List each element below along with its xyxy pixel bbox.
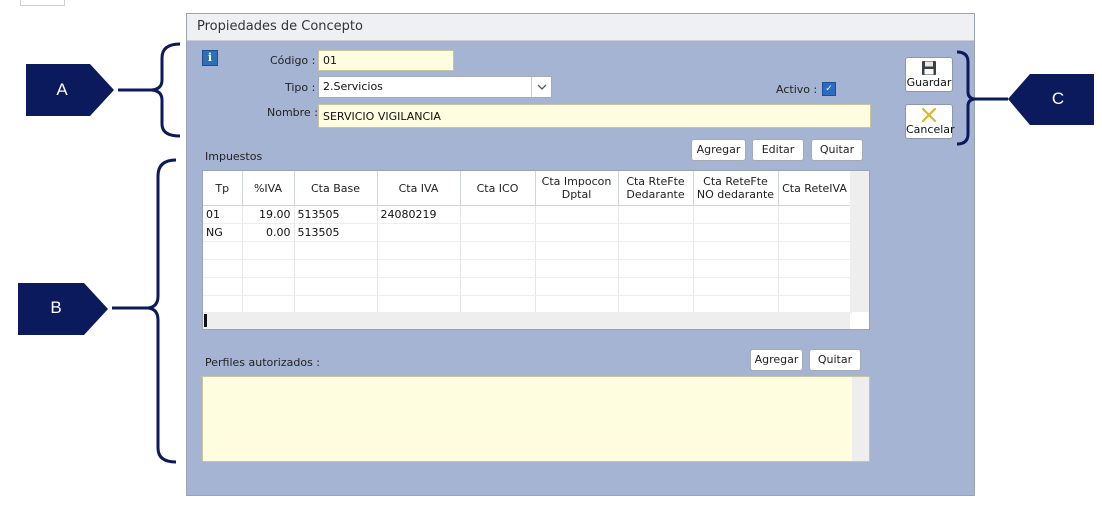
callout-c-label: C bbox=[1051, 89, 1065, 108]
bracket-a bbox=[151, 42, 181, 138]
bracket-b bbox=[147, 158, 177, 464]
bracket-c bbox=[956, 50, 975, 146]
callout-a-label: A bbox=[56, 80, 68, 99]
callout-b-label: B bbox=[50, 298, 62, 317]
annotation-overlay bbox=[18, 42, 1094, 464]
